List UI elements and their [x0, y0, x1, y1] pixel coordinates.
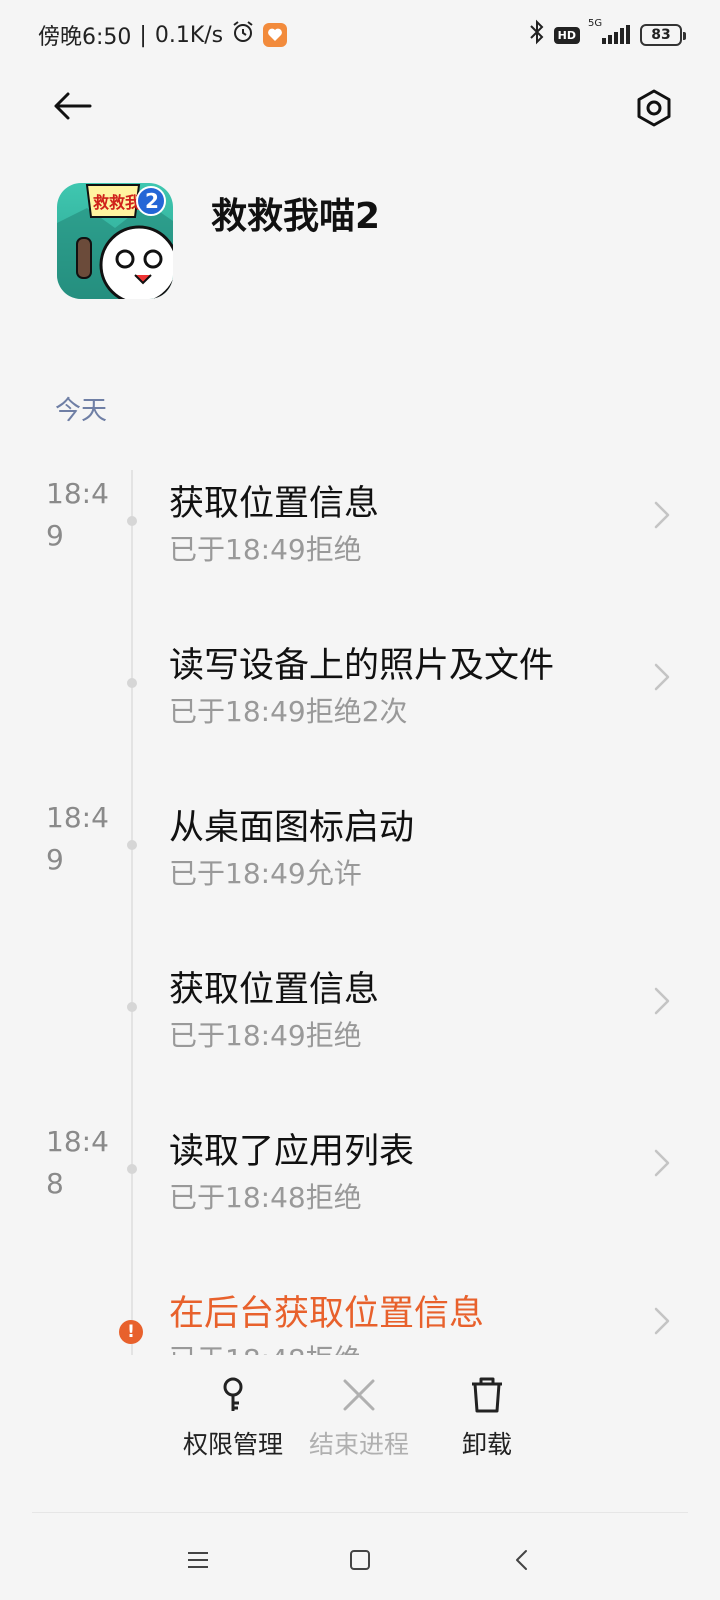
- status-time: 傍晚6:50: [38, 25, 132, 50]
- alarm-icon: [231, 20, 255, 50]
- trash-icon: [472, 1377, 502, 1413]
- status-right: HD 5G 83: [528, 18, 686, 51]
- entry-subtitle: 已于18:49拒绝2次: [169, 695, 408, 728]
- entry-time: 18:48: [46, 1125, 109, 1200]
- entry-title: 读写设备上的照片及文件: [169, 646, 555, 686]
- entry-subtitle: 已于18:48拒绝: [169, 1181, 362, 1214]
- bluetooth-icon: [528, 19, 546, 51]
- entry-title: 获取位置信息: [169, 484, 380, 524]
- app-icon: 救救我 2: [57, 183, 173, 299]
- network-type: 5G: [588, 18, 603, 29]
- home-nav-button[interactable]: [340, 1540, 380, 1580]
- status-network-speed: 0.1K/s: [154, 22, 224, 48]
- entry-subtitle: 已于18:49允许: [169, 857, 362, 890]
- chevron-right-icon: [654, 663, 670, 691]
- back-button[interactable]: [48, 82, 96, 130]
- entry-title: 读取了应用列表: [169, 1132, 415, 1172]
- svg-text:救救我: 救救我: [93, 193, 141, 212]
- timeline-entry[interactable]: 18:48 读取了应用列表 已于18:48拒绝: [0, 1121, 720, 1281]
- timeline-dot: [127, 1002, 137, 1012]
- settings-button[interactable]: [630, 84, 678, 132]
- timeline-dot: [127, 678, 137, 688]
- chevron-right-icon: [654, 501, 670, 529]
- menu-nav-button[interactable]: [178, 1540, 218, 1580]
- timeline-dot: [127, 840, 137, 850]
- back-arrow-icon: [54, 92, 92, 120]
- end-process-label: 结束进程: [308, 1430, 409, 1459]
- entry-title: 获取位置信息: [169, 970, 380, 1010]
- entry-title: 在后台获取位置信息: [169, 1294, 485, 1334]
- key-icon: [223, 1377, 243, 1411]
- uninstall-label: 卸载: [461, 1430, 512, 1459]
- battery-indicator: 83: [640, 24, 686, 46]
- app-name: 救救我喵2: [211, 196, 381, 237]
- chevron-right-icon: [654, 987, 670, 1015]
- timeline-dot: [127, 516, 137, 526]
- health-app-icon: [263, 23, 288, 47]
- entry-time: 18:49: [46, 801, 109, 876]
- entry-time: 18:49: [46, 477, 109, 552]
- signal-icon: 5G: [588, 18, 632, 46]
- chevron-right-icon: [654, 1149, 670, 1177]
- section-date-label: 今天: [55, 396, 108, 426]
- entry-subtitle: 已于18:49拒绝: [169, 533, 362, 566]
- status-bar: 傍晚6:50 | 0.1K/s HD 5G 83: [0, 0, 720, 70]
- entry-subtitle: 已于18:49拒绝: [169, 1019, 362, 1052]
- svg-text:2: 2: [145, 189, 159, 213]
- status-left: 傍晚6:50 | 0.1K/s: [38, 19, 288, 51]
- status-separator: |: [139, 22, 147, 48]
- menu-icon: [188, 1552, 208, 1568]
- chevron-right-icon: [654, 1307, 670, 1335]
- hd-badge: HD: [553, 26, 580, 44]
- entry-title: 从桌面图标启动: [169, 808, 415, 848]
- timeline-entry-warning[interactable]: ! 在后台获取位置信息 已于18:48拒绝: [0, 1283, 720, 1355]
- timeline-dot: [127, 1164, 137, 1174]
- back-chevron-icon: [516, 1550, 527, 1570]
- timeline-entry[interactable]: 18:49 获取位置信息 已于18:49拒绝: [0, 473, 720, 633]
- home-square-icon: [350, 1550, 370, 1570]
- close-icon: [343, 1379, 375, 1411]
- warning-icon: !: [119, 1320, 143, 1344]
- uninstall-button[interactable]: 卸载: [412, 1375, 562, 1461]
- entry-subtitle: 已于18:48拒绝: [169, 1338, 362, 1355]
- hexagon-settings-icon: [637, 89, 671, 127]
- timeline-entry[interactable]: 读写设备上的照片及文件 已于18:49拒绝2次: [0, 635, 720, 795]
- back-nav-button[interactable]: [502, 1540, 542, 1580]
- system-nav-bar: [0, 1520, 720, 1600]
- action-bar: 权限管理 结束进程 卸载: [0, 1355, 720, 1485]
- timeline-entry[interactable]: 18:49 从桌面图标启动 已于18:49允许: [0, 797, 720, 957]
- divider: [32, 1512, 688, 1513]
- timeline-entry[interactable]: 获取位置信息 已于18:49拒绝: [0, 959, 720, 1119]
- permissions-label: 权限管理: [182, 1430, 283, 1459]
